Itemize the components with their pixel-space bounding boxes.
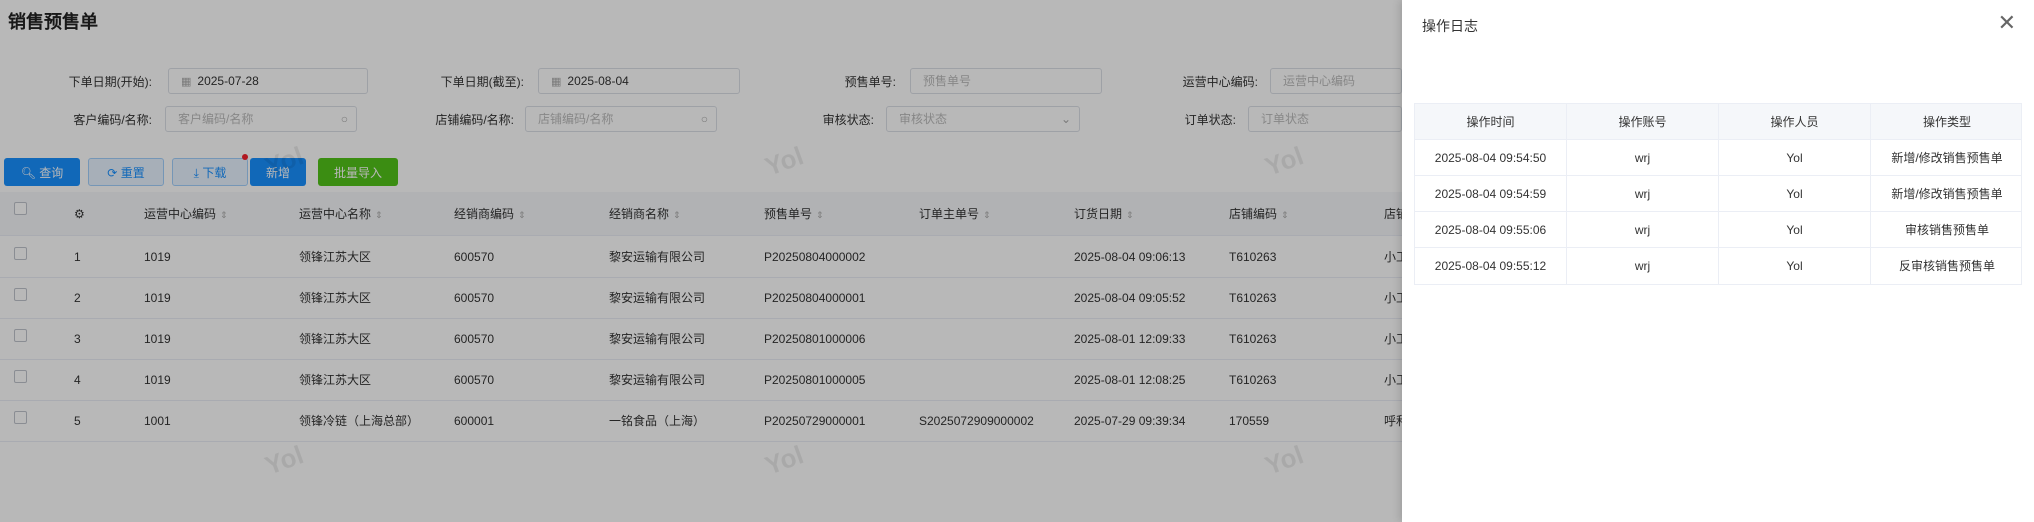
log-cell-person: Yol bbox=[1719, 248, 1871, 284]
modal-overlay[interactable] bbox=[0, 0, 1402, 522]
log-cell-type: 新增/修改销售预售单 bbox=[1891, 151, 2003, 165]
log-cell-account: wrj bbox=[1567, 176, 1719, 212]
drawer-title: 操作日志 bbox=[1422, 18, 1478, 34]
log-table-header: 操作时间 操作账号 操作人员 操作类型 bbox=[1415, 104, 2021, 140]
close-icon[interactable]: ✕ bbox=[1998, 12, 2016, 34]
log-row: 2025-08-04 09:54:59 wrj Yol 新增/修改销售预售单 bbox=[1415, 176, 2021, 212]
log-col-type: 操作类型 bbox=[1922, 115, 1971, 129]
log-cell-type: 审核销售预售单 bbox=[1904, 223, 1989, 237]
log-cell-type: 反审核销售预售单 bbox=[1898, 259, 1995, 273]
log-cell-time: 2025-08-04 09:54:50 bbox=[1415, 140, 1567, 176]
log-cell-person: Yol bbox=[1719, 212, 1871, 248]
log-row: 2025-08-04 09:55:12 wrj Yol 反审核销售预售单 bbox=[1415, 248, 2021, 284]
log-table: 操作时间 操作账号 操作人员 操作类型 2025-08-04 09:54:50 … bbox=[1414, 103, 2022, 285]
log-cell-account: wrj bbox=[1567, 140, 1719, 176]
log-cell-person: Yol bbox=[1719, 140, 1871, 176]
log-cell-time: 2025-08-04 09:54:59 bbox=[1415, 176, 1567, 212]
log-cell-account: wrj bbox=[1567, 212, 1719, 248]
log-row: 2025-08-04 09:54:50 wrj Yol 新增/修改销售预售单 bbox=[1415, 140, 2021, 176]
log-cell-type: 新增/修改销售预售单 bbox=[1891, 187, 2003, 201]
log-col-account: 操作账号 bbox=[1567, 104, 1719, 140]
log-cell-account: wrj bbox=[1567, 248, 1719, 284]
operation-log-drawer: 操作日志 ✕ 操作时间 操作账号 操作人员 操作类型 2025-08-04 09… bbox=[1402, 0, 2034, 522]
log-col-person: 操作人员 bbox=[1719, 104, 1871, 140]
log-row: 2025-08-04 09:55:06 wrj Yol 审核销售预售单 bbox=[1415, 212, 2021, 248]
log-col-time: 操作时间 bbox=[1415, 104, 1567, 140]
log-cell-time: 2025-08-04 09:55:12 bbox=[1415, 248, 1567, 284]
log-cell-person: Yol bbox=[1719, 176, 1871, 212]
log-cell-time: 2025-08-04 09:55:06 bbox=[1415, 212, 1567, 248]
